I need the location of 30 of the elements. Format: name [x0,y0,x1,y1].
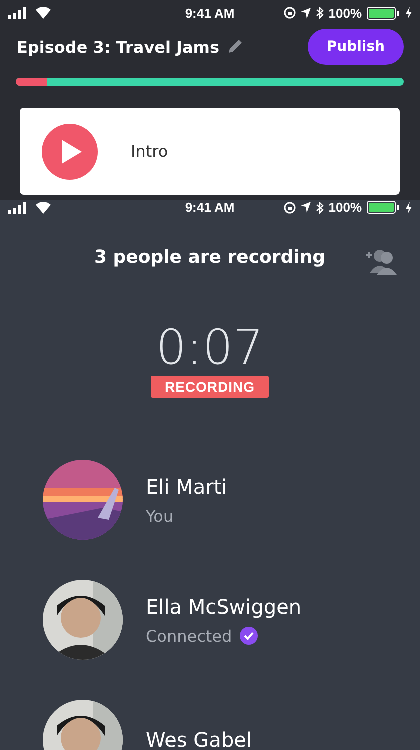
participant-name: Eli Marti [146,474,228,498]
recording-badge: RECORDING [150,376,270,398]
status-time: 9:41 AM [185,6,235,20]
charging-icon [406,7,412,19]
episode-title: Episode 3: Travel Jams [17,38,220,56]
rotation-lock-icon [284,7,296,19]
publish-button[interactable]: Publish [308,29,404,65]
battery-icon [367,6,401,20]
wifi-icon [36,7,51,19]
wifi-icon [36,202,51,214]
battery-percent: 100% [328,6,362,20]
participant-status: Connected [146,626,232,646]
segment-label: Intro [131,142,168,161]
participant-name: Wes Gabel [146,728,252,750]
rotation-lock-icon [284,202,296,214]
recording-timer: 0:07 [155,322,265,374]
battery-icon [367,201,401,214]
location-icon [300,202,311,213]
participant-name: Ella McSwiggen [146,594,302,618]
recording-heading: 3 people are recording [94,247,326,268]
bluetooth-icon [316,202,324,214]
battery-percent: 100% [328,200,362,215]
play-icon [62,140,82,164]
status-time: 9:41 AM [185,200,235,215]
participant-status: You [146,506,174,526]
location-icon [300,8,311,18]
pencil-icon[interactable] [227,39,244,55]
bluetooth-icon [316,7,324,19]
add-person-icon[interactable] [364,247,398,275]
charging-icon [406,202,412,214]
